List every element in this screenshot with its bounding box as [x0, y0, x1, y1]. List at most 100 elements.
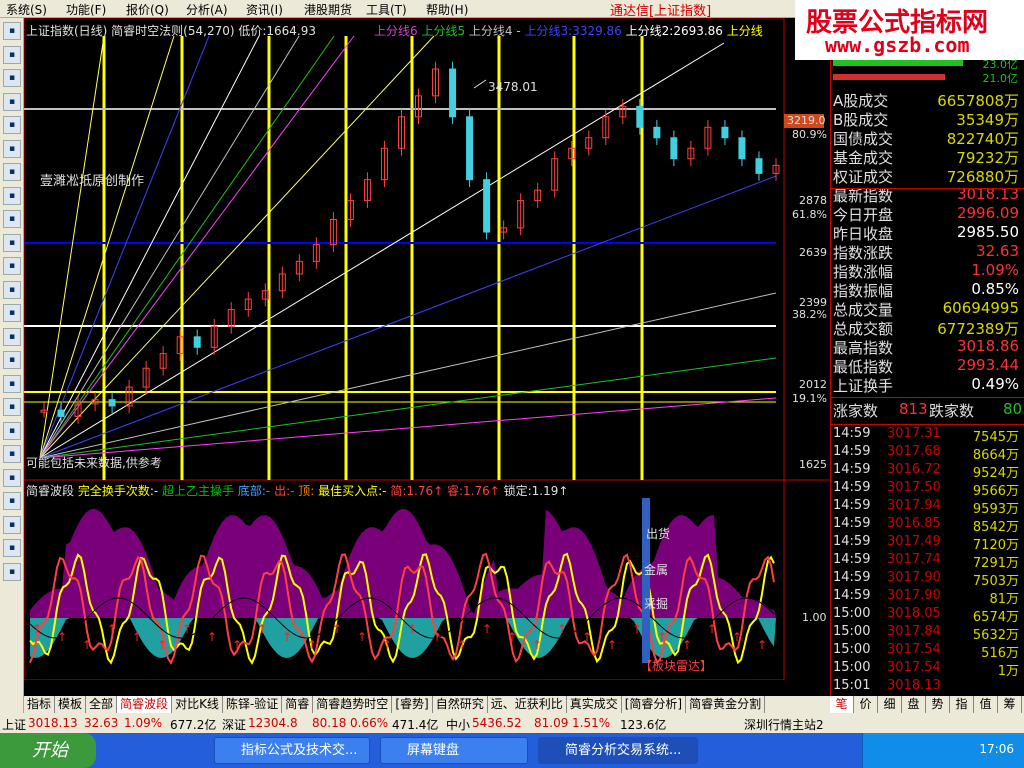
task-trading[interactable]: 简睿分析交易系统...: [538, 737, 698, 764]
menu-item-7[interactable]: 帮助(H): [426, 1, 468, 18]
doc-icon[interactable]: ▪: [3, 186, 21, 205]
move-icon[interactable]: ▪: [3, 515, 21, 534]
tab-10[interactable]: 远、近获利比: [488, 696, 567, 713]
panel-separator-2: [831, 424, 1024, 425]
tab-2[interactable]: 全部: [86, 696, 118, 713]
tick-row: 14:59 3017.74 7291万: [831, 552, 1024, 571]
chart-area[interactable]: 3219.0 2878 2639 2399 2012 1625 80.9% 61.8% 38.2…: [24, 18, 830, 680]
tab-9[interactable]: 自然研究: [433, 696, 488, 713]
tick-row: 15:00 3017.84 5632万: [831, 624, 1024, 643]
stat-label: 今日开盘: [833, 206, 894, 224]
peak-label: 3478.01: [488, 80, 538, 94]
rsi-icon[interactable]: ▪: [3, 351, 21, 369]
table-icon[interactable]: ▪: [3, 116, 21, 134]
signal-arrow-18: ↑: [482, 622, 492, 636]
candle-body-37: [670, 137, 678, 160]
menu-item-3[interactable]: 分析(A): [186, 1, 228, 18]
indicator-blue-bar: [642, 498, 650, 663]
list-icon[interactable]: ▪: [3, 22, 21, 40]
person-icon[interactable]: ▪: [3, 233, 21, 252]
quote-tab-7[interactable]: 筹: [998, 696, 1022, 713]
quote-tab-5[interactable]: 指: [950, 696, 974, 713]
menu-item-5[interactable]: 港股期货: [304, 1, 352, 18]
tick-volume: 9566万: [972, 484, 1019, 499]
stat-value: 6657808万: [937, 92, 1019, 110]
line-icon[interactable]: ▪: [3, 69, 21, 87]
tick-time: 15:00: [833, 642, 871, 657]
tab-3[interactable]: 简睿波段: [117, 696, 173, 713]
tick-time: 14:59: [833, 462, 871, 477]
sh-change: 32.63: [84, 716, 119, 730]
table3-icon[interactable]: ▪: [3, 163, 21, 181]
fx-icon[interactable]: ▪: [3, 257, 21, 275]
tick-row: 14:59 3017.90 81万: [831, 588, 1024, 607]
stat-label: 指数涨跌: [833, 244, 894, 262]
tick-row: 14:59 3016.85 8542万: [831, 516, 1024, 535]
quote-tab-3[interactable]: 盘: [902, 696, 926, 713]
candle-icon[interactable]: ▪: [3, 92, 21, 111]
stat-label: 国债成交: [833, 130, 894, 148]
menu-item-6[interactable]: 工具(T): [366, 1, 407, 18]
table2-icon[interactable]: ▪: [3, 139, 21, 158]
volume-bar-0: [833, 60, 963, 66]
signal-arrow-8: ↑: [232, 638, 242, 652]
tab-1[interactable]: 模板: [55, 696, 87, 713]
tick-time: 14:59: [833, 444, 871, 459]
fan-line-4: [39, 35, 300, 459]
tab-13[interactable]: 简睿黄金分割: [686, 696, 766, 713]
money-icon[interactable]: ▪: [3, 421, 21, 440]
search-icon[interactable]: ▪: [3, 280, 21, 299]
info-icon[interactable]: ▪: [3, 398, 21, 416]
tab-11[interactable]: 真实成交: [567, 696, 622, 713]
down-icon[interactable]: ▪: [3, 562, 21, 581]
quote-tab-2[interactable]: 细: [878, 696, 902, 713]
stat-value: 32.63: [976, 242, 1019, 260]
stat-value: 2985.50: [956, 223, 1019, 241]
calc-icon[interactable]: ▪: [3, 374, 21, 393]
quote-tab-1[interactable]: 价: [854, 696, 878, 713]
chart-annotation: 壹濉凇坻原创制作: [40, 174, 145, 189]
pen-icon[interactable]: ▪: [3, 492, 21, 510]
alert-icon[interactable]: ▪: [3, 468, 21, 487]
stat-row-9: 指数涨幅 1.09%: [833, 261, 1023, 281]
up-icon[interactable]: ▪: [3, 539, 21, 557]
tab-5[interactable]: 陈铎-验证: [223, 696, 283, 713]
indicator-label-1: 金属: [644, 562, 668, 577]
quote-tab-0[interactable]: 笔: [830, 696, 854, 713]
start-button[interactable]: 开始: [0, 733, 96, 768]
indicator-label-3: 【板块雷达】: [640, 659, 712, 673]
menu-item-4[interactable]: 资讯(I): [246, 1, 283, 18]
tick-time: 15:00: [833, 624, 871, 639]
fan-line-9: [39, 175, 777, 459]
volume-bar-1: [833, 74, 945, 80]
stat-value: 822740万: [946, 130, 1019, 148]
signal-arrow-2: ↑: [82, 638, 92, 652]
status-bar: 上证 3018.13 32.63 1.09% 677.2亿 深证 12304.8…: [0, 713, 1024, 733]
tab-6[interactable]: 简睿: [282, 696, 314, 713]
task-formula[interactable]: 指标公式及技术交...: [214, 737, 370, 764]
tab-8[interactable]: [睿势]: [392, 696, 433, 713]
tab-7[interactable]: 简睿趋势时空: [313, 696, 393, 713]
quote-tab-6[interactable]: 值: [974, 696, 998, 713]
grid-icon[interactable]: ▪: [3, 45, 21, 64]
menu-item-0[interactable]: 系统(S): [6, 1, 47, 18]
legend-item-5: 上分线: [726, 24, 763, 38]
chat-icon[interactable]: ▪: [3, 210, 21, 228]
tab-0[interactable]: 指标: [24, 696, 56, 713]
menu-item-1[interactable]: 功能(F): [66, 1, 106, 18]
quote-tab-4[interactable]: 势: [926, 696, 950, 713]
legend-item-3: 上分线3:3329.86: [524, 24, 626, 38]
signal-arrow-28: ↑: [732, 630, 742, 644]
etf-icon[interactable]: ▪: [3, 304, 21, 322]
tick-price: 3017.50: [887, 480, 941, 495]
tab-4[interactable]: 对比K线: [172, 696, 223, 713]
tool-icon[interactable]: ▪: [3, 445, 21, 463]
tick-time: 14:59: [833, 588, 871, 603]
menu-item-2[interactable]: 报价(Q): [126, 1, 169, 18]
tick-price: 3017.49: [887, 534, 941, 549]
station-name[interactable]: 深圳行情主站2: [744, 716, 824, 733]
tick-volume: 7545万: [972, 430, 1019, 445]
task-keyboard[interactable]: 屏幕键盘: [380, 737, 528, 764]
wave-icon[interactable]: ▪: [3, 327, 21, 346]
tab-12[interactable]: [简睿分析]: [622, 696, 687, 713]
